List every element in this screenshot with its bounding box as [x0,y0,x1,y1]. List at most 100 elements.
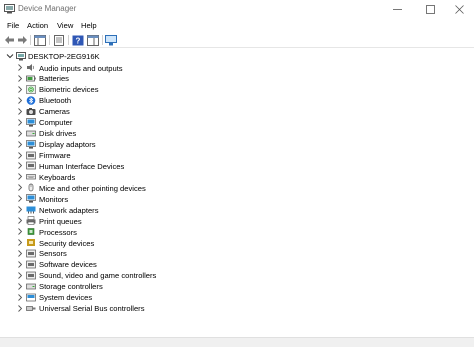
menu-action[interactable]: Action [27,21,48,30]
computer-icon [16,52,26,61]
chevron-right-icon[interactable] [17,239,23,246]
device-category-row[interactable]: Keyboards [0,171,300,182]
device-category-row[interactable]: Security devices [0,237,300,248]
computer-name: DESKTOP-2EG916K [28,52,100,61]
maximize-button[interactable] [415,0,445,19]
chevron-right-icon[interactable] [17,64,23,71]
device-category-row[interactable]: Display adaptors [0,139,300,150]
forward-button[interactable] [16,34,28,46]
device-category-row[interactable]: Sensors [0,248,300,259]
device-category-row[interactable]: Network adapters [0,204,300,215]
show-hide-console-tree-button[interactable] [34,34,46,46]
menu-bar: File Action View Help [0,19,474,32]
chevron-right-icon[interactable] [17,293,23,301]
chevron-right-icon[interactable] [17,107,23,115]
help-icon: ? [72,35,84,45]
security-device-icon [27,239,35,246]
chevron-right-icon[interactable] [17,96,23,104]
device-category-row[interactable]: Mice and other pointing devices [0,182,300,193]
status-bar [0,337,474,347]
device-category-row[interactable]: Storage controllers [0,281,300,292]
device-category-label: Human Interface Devices [39,161,125,171]
chevron-right-icon[interactable] [17,304,23,312]
device-category-row[interactable]: Print queues [0,215,300,226]
monitor-icon [26,194,36,203]
device-manager-icon [4,4,15,14]
disk-drive-icon [26,130,36,136]
chevron-right-icon[interactable] [17,75,23,82]
menu-help[interactable]: Help [81,21,97,30]
chevron-right-icon[interactable] [17,151,23,159]
device-category-label: Bluetooth [39,96,72,106]
chevron-right-icon[interactable] [17,195,23,203]
minimize-button[interactable] [382,0,412,19]
device-category-label: Network adapters [39,205,99,215]
device-category-row[interactable]: System devices [0,292,300,303]
device-category-label: Processors [39,227,77,237]
title-bar: Device Manager [0,0,474,19]
device-category-row[interactable]: Monitors [0,193,300,204]
device-category-row[interactable]: Firmware [0,150,300,161]
device-category-row[interactable]: Human Interface Devices [0,160,300,171]
help-button[interactable]: ? [72,34,84,46]
chevron-right-icon[interactable] [17,228,23,235]
maximize-icon [425,5,435,14]
chevron-right-icon[interactable] [17,271,23,279]
sensor-icon [26,249,36,258]
device-category-row[interactable]: Cameras [0,106,300,117]
chevron-right-icon[interactable] [17,206,23,214]
camera-icon [26,107,36,115]
minimize-icon [392,9,402,10]
device-category-row[interactable]: Universal Serial Bus controllers [0,303,300,314]
chevron-right-icon[interactable] [17,129,23,137]
chevron-right-icon[interactable] [17,184,23,192]
device-category-row[interactable]: Audio inputs and outputs [0,62,300,73]
battery-icon [26,75,36,82]
menu-file[interactable]: File [7,21,19,30]
tree-root[interactable]: DESKTOP-2EG916K [0,51,300,62]
device-category-label: Display adaptors [39,140,96,150]
device-category-row[interactable]: Batteries [0,73,300,84]
toolbar-separator [102,35,103,45]
scan-hardware-button[interactable] [105,34,117,46]
chevron-right-icon[interactable] [17,250,23,257]
chevron-right-icon[interactable] [17,261,23,268]
device-category-label: Sound, video and game controllers [39,271,157,281]
window-title: Device Manager [18,4,77,13]
device-category-row[interactable]: Processors [0,226,300,237]
properties-button[interactable] [53,34,65,46]
toolbar: ? [0,32,474,48]
device-category-label: Mice and other pointing devices [39,183,146,193]
fingerprint-icon [26,85,36,94]
device-category-row[interactable]: Software devices [0,259,300,270]
chevron-down-icon[interactable] [6,52,14,60]
back-button[interactable] [3,34,15,46]
speaker-icon [27,64,34,71]
toolbar-separator [30,35,31,45]
device-category-list: Audio inputs and outputs Batteries Biometr… [0,62,300,314]
printer-icon [26,216,36,225]
chevron-right-icon[interactable] [17,173,23,181]
chevron-right-icon[interactable] [17,140,23,148]
chevron-right-icon[interactable] [17,162,23,170]
chevron-right-icon[interactable] [17,217,23,224]
firmware-icon [26,151,36,159]
device-category-row[interactable]: Computer [0,117,300,128]
device-category-row[interactable]: Disk drives [0,128,300,139]
menu-view[interactable]: View [57,21,73,30]
chevron-right-icon[interactable] [17,282,23,290]
device-category-row[interactable]: Biometric devices [0,84,300,95]
device-category-label: Computer [39,118,73,128]
device-category-label: Universal Serial Bus controllers [39,304,145,314]
back-arrow-icon [4,36,14,44]
software-device-icon [26,260,36,269]
device-category-label: Biometric devices [39,85,99,95]
close-button[interactable] [444,0,474,19]
device-category-row[interactable]: Sound, video and game controllers [0,270,300,281]
mouse-icon [28,183,34,192]
device-category-row[interactable]: Bluetooth [0,95,300,106]
chevron-right-icon[interactable] [17,86,23,93]
chevron-right-icon[interactable] [17,118,23,126]
action-pane-button[interactable] [87,34,99,46]
bluetooth-icon [26,96,36,105]
